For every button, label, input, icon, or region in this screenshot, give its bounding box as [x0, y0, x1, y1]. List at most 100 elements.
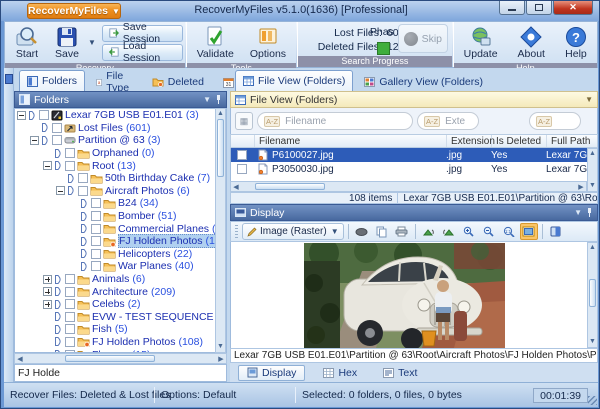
checkbox-icon[interactable]: [65, 324, 75, 335]
checkbox-icon[interactable]: [65, 336, 75, 347]
checkbox-icon[interactable]: [65, 160, 75, 171]
tree-item[interactable]: Partition @ 63 (3): [15, 134, 226, 147]
tree-item[interactable]: Fish (5): [15, 323, 226, 336]
scroll-left-icon[interactable]: ◀: [231, 183, 241, 191]
checkbox-icon[interactable]: [91, 236, 101, 247]
rotate-right-button[interactable]: [440, 223, 458, 240]
skip-button[interactable]: Skip: [397, 24, 448, 53]
close-button[interactable]: ✕: [553, 1, 593, 15]
tree-toggle-icon[interactable]: [43, 161, 52, 171]
panel-menu-arrow-icon[interactable]: ▼: [203, 95, 211, 104]
save-button[interactable]: Save: [47, 23, 87, 62]
scrollbar-thumb[interactable]: [65, 355, 155, 362]
tree-item[interactable]: B24 (34): [15, 197, 226, 210]
actual-size-button[interactable]: 1:1: [500, 223, 518, 240]
checkbox-icon[interactable]: [65, 274, 75, 285]
panel-menu-arrow-icon[interactable]: ▼: [574, 208, 582, 217]
checkbox-icon[interactable]: [91, 248, 101, 259]
scroll-down-icon[interactable]: ▼: [589, 337, 596, 347]
copy-button[interactable]: [373, 223, 391, 240]
checkbox-icon[interactable]: [65, 148, 75, 159]
panel-menu-arrow-icon[interactable]: ▼: [585, 95, 593, 104]
tree-toggle-icon[interactable]: [43, 274, 52, 284]
tab-display[interactable]: Display: [238, 364, 306, 381]
tree-item[interactable]: Celebs (2): [15, 298, 226, 311]
checkbox-icon[interactable]: [78, 185, 88, 196]
zoom-out-button[interactable]: [480, 223, 498, 240]
update-button[interactable]: Update: [456, 23, 506, 62]
resize-grip[interactable]: [588, 396, 597, 405]
validate-button[interactable]: Validate: [189, 23, 242, 62]
checkbox-icon[interactable]: [78, 173, 88, 184]
tree-item[interactable]: FJ Holden Photos(108): [15, 234, 226, 249]
pin-icon[interactable]: [215, 95, 222, 104]
tree-item[interactable]: Aircraft Photos (6): [15, 185, 226, 198]
checkbox-icon[interactable]: [65, 299, 75, 310]
print-button[interactable]: [393, 223, 411, 240]
tab-hex[interactable]: Hex: [315, 365, 365, 381]
tree-item[interactable]: Root (13): [15, 159, 226, 172]
tree-item[interactable]: Animals (6): [15, 273, 226, 286]
filter-options-button[interactable]: ▦: [235, 112, 253, 130]
scroll-down-icon[interactable]: ▼: [589, 181, 596, 191]
tree-horizontal-scrollbar[interactable]: ◀ ▶: [14, 353, 227, 364]
tree-item[interactable]: Architecture (209): [15, 285, 226, 298]
tree-vertical-scrollbar[interactable]: ▲ ▼: [215, 108, 226, 353]
zoom-in-button[interactable]: [460, 223, 478, 240]
options-button[interactable]: Options: [242, 23, 294, 62]
scroll-up-icon[interactable]: ▲: [217, 109, 224, 119]
scrollbar-thumb[interactable]: [255, 183, 325, 190]
full-path-column-header[interactable]: Full Path: [547, 135, 597, 147]
checkbox-icon[interactable]: [91, 223, 101, 234]
tab-file-view[interactable]: File View (Folders): [235, 70, 354, 91]
toolbar-grip[interactable]: [235, 224, 238, 239]
image-vertical-scrollbar[interactable]: ▲ ▼: [587, 242, 598, 348]
file-checkbox[interactable]: [237, 150, 247, 160]
file-table-horizontal-scrollbar[interactable]: ◀ ▶: [230, 181, 587, 192]
tree-item[interactable]: Lexar 7GB USB E01.E01 (3): [15, 109, 226, 122]
checkbox-icon[interactable]: [65, 311, 75, 322]
tree-item[interactable]: 50th Birthday Cake (7): [15, 172, 226, 185]
tree-toggle-icon[interactable]: [43, 299, 52, 309]
tab-gallery-view[interactable]: Gallery View (Folders): [356, 72, 491, 91]
save-dropdown-arrow[interactable]: ▼: [88, 38, 96, 47]
file-table-vertical-scrollbar[interactable]: ▲ ▼: [587, 148, 598, 192]
tab-text[interactable]: Text: [375, 365, 425, 381]
tree-item[interactable]: FJ Holden Photos(108): [15, 336, 226, 349]
checkbox-icon[interactable]: [91, 198, 101, 209]
tree-item[interactable]: Lost Files (601): [15, 122, 226, 135]
pin-icon[interactable]: [586, 208, 593, 217]
tree-item[interactable]: Commercial Planes(1): [15, 222, 226, 235]
file-row[interactable]: P3050030.jpg .jpg Yes Lexar 7GB: [231, 162, 587, 176]
help-button[interactable]: ? Help: [557, 23, 595, 62]
extension-filter-input[interactable]: A-Z Exte: [417, 112, 479, 130]
checkbox-icon[interactable]: [39, 110, 49, 121]
scroll-right-icon[interactable]: ▶: [216, 355, 226, 363]
tree-item[interactable]: EVW - TEST SEQUENCE(60): [15, 311, 226, 324]
rotate-left-button[interactable]: [420, 223, 438, 240]
tree-toggle-icon[interactable]: [43, 287, 52, 297]
photo-preview[interactable]: [304, 243, 505, 348]
tab-file-type[interactable]: a File Type: [88, 70, 141, 94]
save-session-button[interactable]: Save Session: [101, 21, 183, 45]
tree-item[interactable]: Orphaned (0): [15, 147, 226, 160]
file-row[interactable]: P6100027.jpg .jpg Yes Lexar 7GB: [231, 148, 587, 162]
checkbox-column-header[interactable]: [231, 135, 255, 147]
checkbox-icon[interactable]: [52, 135, 62, 146]
scroll-right-icon[interactable]: ▶: [576, 183, 586, 191]
file-checkbox[interactable]: [237, 164, 247, 174]
scroll-down-icon[interactable]: ▼: [217, 342, 224, 352]
checkbox-icon[interactable]: [52, 122, 62, 133]
tree-toggle-icon[interactable]: [30, 135, 39, 145]
filename-column-header[interactable]: Filename: [255, 135, 447, 147]
filename-filter-input[interactable]: A-Z Filename: [257, 112, 413, 130]
tree-footer-box[interactable]: FJ Holde: [14, 364, 227, 382]
scroll-left-icon[interactable]: ◀: [15, 355, 25, 363]
tree-item[interactable]: Bomber (51): [15, 210, 226, 223]
docked-panel-icon[interactable]: [5, 74, 13, 84]
is-deleted-column-header[interactable]: Is Deleted: [492, 135, 547, 147]
tree-item[interactable]: War Planes (40): [15, 260, 226, 273]
load-session-button[interactable]: Load Session: [101, 40, 183, 64]
checkbox-icon[interactable]: [65, 286, 75, 297]
tree-toggle-icon[interactable]: [17, 110, 26, 120]
